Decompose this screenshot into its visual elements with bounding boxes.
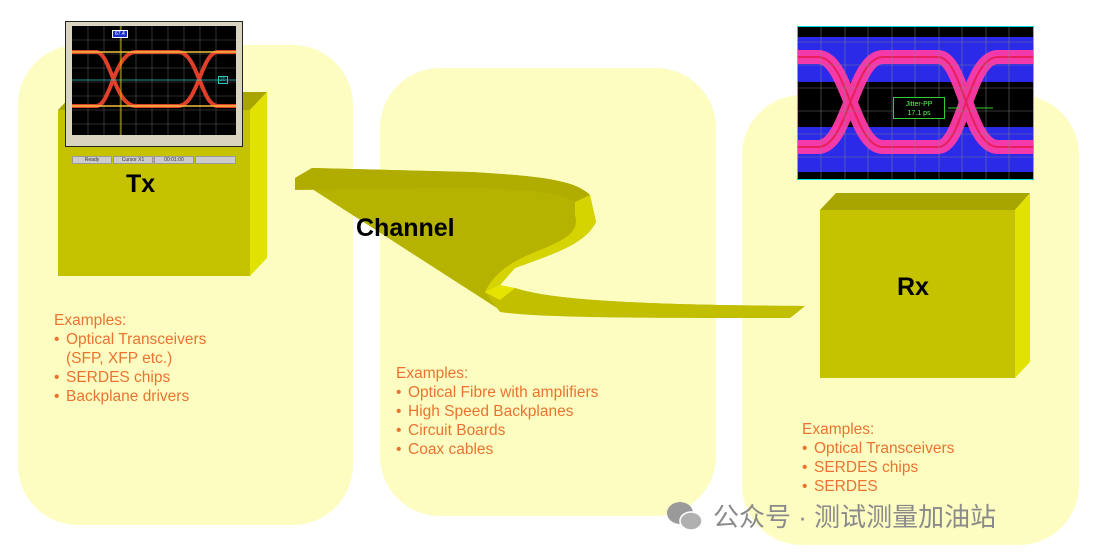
tx-examples: Examples: Optical Transceivers (SFP, XFP… — [54, 311, 206, 406]
level-value: 20 — [218, 76, 228, 84]
status-ready: Ready — [72, 156, 112, 164]
rx-example-item: Optical Transceivers — [802, 439, 954, 458]
tx-example-item: (SFP, XFP etc.) — [66, 350, 173, 367]
status-cursor: Cursor X1 — [113, 156, 153, 164]
tx-examples-title: Examples: — [54, 312, 127, 329]
rx-example-item: SERDES chips — [802, 458, 954, 477]
wechat-icon — [667, 501, 703, 531]
tx-label: Tx — [126, 170, 156, 198]
watermark-text: 公众号 · 测试测量加油站 — [713, 502, 997, 532]
jitter-label: Jitter-PP — [905, 101, 933, 108]
channel-examples: Examples: Optical Fibre with amplifiers … — [396, 364, 598, 459]
tx-example-item: SERDES chips — [54, 368, 206, 387]
rx-label: Rx — [897, 273, 929, 301]
rx-examples-title: Examples: — [802, 421, 875, 438]
tx-example-item: Optical Transceivers — [54, 330, 206, 349]
channel-example-item: Optical Fibre with amplifiers — [396, 383, 598, 402]
status-empty — [195, 156, 236, 164]
marker-value: 67.4 — [112, 30, 128, 38]
rx-examples: Examples: Optical Transceivers SERDES ch… — [802, 420, 954, 496]
jitter-value: 17.1 ps — [907, 110, 931, 117]
status-time: 00:01:00 — [154, 156, 194, 164]
channel-example-item: Circuit Boards — [396, 421, 598, 440]
watermark: 公众号 · 测试测量加油站 — [665, 497, 996, 534]
tx-eye-diagram: 67.4 20 Ready Cursor X1 00:01:00 — [65, 21, 243, 164]
rx-example-item: SERDES — [802, 477, 954, 496]
channel-label: Channel — [356, 214, 455, 242]
channel-ribbon — [295, 168, 805, 318]
rx-eye-diagram: Jitter-PP 17.1 ps — [797, 26, 1034, 180]
channel-example-item: Coax cables — [396, 440, 598, 459]
channel-examples-title: Examples: — [396, 365, 469, 382]
jitter-readout: Jitter-PP 17.1 ps — [893, 97, 945, 119]
channel-example-item: High Speed Backplanes — [396, 402, 598, 421]
tx-example-item: Backplane drivers — [54, 387, 206, 406]
